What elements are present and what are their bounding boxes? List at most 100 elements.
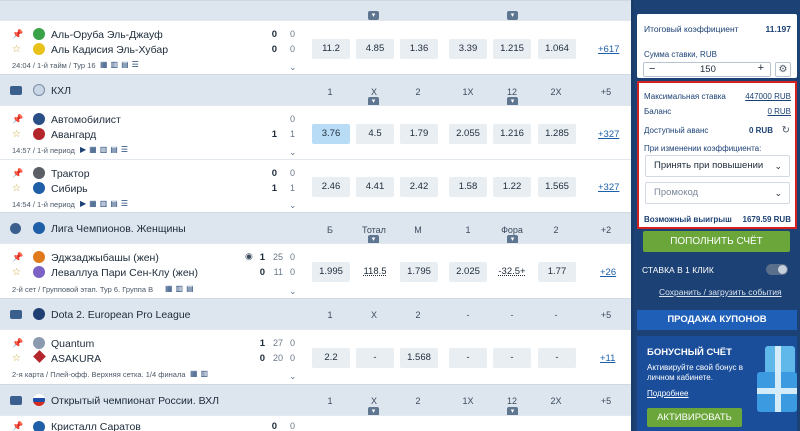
team-name[interactable]: Кристалл Саратов bbox=[51, 421, 141, 431]
column-header: X bbox=[370, 87, 377, 97]
odd-cell[interactable]: 1.568 bbox=[400, 348, 438, 368]
score: 0 bbox=[259, 267, 265, 278]
odd-cell[interactable]: 1.216 bbox=[493, 124, 531, 144]
stats-icons[interactable]: ▶▦▥▤☰ bbox=[80, 145, 131, 154]
topup-button[interactable]: ПОПОЛНИТЬ СЧЁТ bbox=[643, 231, 790, 252]
star-icon[interactable]: ☆ bbox=[12, 129, 21, 140]
odd-cell[interactable]: 2.2 bbox=[312, 348, 350, 368]
column-header: 1 bbox=[327, 310, 333, 320]
odd-cell[interactable]: 2.42 bbox=[400, 177, 438, 197]
odd-cell[interactable]: 1.995 bbox=[312, 262, 350, 282]
chevron-down-icon: ⌄ bbox=[774, 188, 782, 198]
stats-icons[interactable]: ▶▦▥▤☰ bbox=[80, 199, 131, 208]
odd-cell[interactable]: 2.055 bbox=[449, 124, 487, 144]
team-name[interactable]: Эджзаджыбашы (жен) bbox=[51, 252, 159, 264]
league-name[interactable]: Dota 2. European Pro League bbox=[51, 309, 191, 321]
table-row: 📌 Автомобилист 0 ☆ Авангард 1 1 14:57 / … bbox=[0, 105, 631, 159]
team-name[interactable]: ASAKURA bbox=[51, 353, 101, 365]
stake-plus-button[interactable]: + bbox=[758, 62, 764, 74]
star-icon[interactable]: ☆ bbox=[12, 353, 21, 364]
star-icon[interactable]: ☆ bbox=[12, 44, 21, 55]
league-name[interactable]: Открытый чемпионат России. ВХЛ bbox=[51, 395, 219, 407]
stats-icons[interactable]: ▦▥▤ bbox=[165, 284, 197, 293]
save-load-events-link[interactable]: Сохранить / загрузить события bbox=[659, 287, 782, 297]
more-markets-link[interactable]: +327 bbox=[598, 129, 619, 140]
more-markets-link[interactable]: +26 bbox=[600, 267, 616, 278]
league-name[interactable]: КХЛ bbox=[51, 85, 71, 97]
balance-link[interactable]: 0 RUB bbox=[767, 107, 791, 116]
promo-placeholder: Промокод bbox=[654, 187, 699, 198]
odd-cell: - bbox=[538, 348, 576, 368]
stats-icons[interactable]: ▦▥ bbox=[190, 369, 211, 378]
bonus-more-link[interactable]: Подробнее bbox=[647, 389, 689, 398]
team-name[interactable]: Авангард bbox=[51, 129, 96, 141]
chevron-down-icon[interactable]: ⌄ bbox=[289, 147, 297, 158]
pin-icon[interactable]: 📌 bbox=[12, 421, 23, 431]
stake-label: Сумма ставки, RUB bbox=[644, 50, 717, 59]
odd-cell[interactable]: 1.79 bbox=[400, 124, 438, 144]
team-name[interactable]: Трактор bbox=[51, 168, 90, 180]
max-stake-link[interactable]: 447000 RUB bbox=[745, 92, 791, 101]
team-name[interactable]: Сибирь bbox=[51, 183, 88, 195]
pin-icon[interactable]: 📌 bbox=[12, 338, 23, 349]
chevron-down-icon[interactable]: ⌄ bbox=[289, 371, 297, 382]
team-name[interactable]: Леваллуа Пари Сен-Клу (жен) bbox=[51, 267, 198, 279]
odd-cell[interactable]: 11.2 bbox=[312, 39, 350, 59]
star-icon[interactable]: ☆ bbox=[12, 267, 21, 278]
pin-icon[interactable]: 📌 bbox=[12, 252, 23, 263]
pin-icon[interactable]: 📌 bbox=[12, 114, 23, 125]
odd-cell[interactable]: 1.22 bbox=[493, 177, 531, 197]
chevron-down-icon[interactable]: ▾ bbox=[368, 11, 379, 20]
team-name[interactable]: Аль Кадисия Эль-Хубар bbox=[51, 44, 168, 56]
kills-score: 20 bbox=[272, 353, 283, 363]
team-logo bbox=[33, 43, 45, 55]
stats-icons[interactable]: ▦▥▤☰ bbox=[100, 60, 142, 69]
chevron-down-icon[interactable]: ⌄ bbox=[289, 62, 297, 73]
chevron-down-icon[interactable]: ⌄ bbox=[289, 200, 297, 211]
odd-cell[interactable]: 1.795 bbox=[400, 262, 438, 282]
league-name[interactable]: Лига Чемпионов. Женщины bbox=[51, 223, 186, 235]
more-markets-link[interactable]: +327 bbox=[598, 182, 619, 193]
odd-cell[interactable]: 1.565 bbox=[538, 177, 576, 197]
team-logo bbox=[33, 167, 45, 179]
odd-cell[interactable]: 2.025 bbox=[449, 262, 487, 282]
team-logo bbox=[33, 182, 45, 194]
team-logo bbox=[33, 28, 45, 40]
odd-cell[interactable]: 4.5 bbox=[356, 124, 394, 144]
team-name[interactable]: Quantum bbox=[51, 338, 94, 350]
settings-gear-icon[interactable]: ⚙ bbox=[775, 62, 791, 77]
odd-cell[interactable]: 2.46 bbox=[312, 177, 350, 197]
flag-icon bbox=[33, 222, 45, 234]
odd-cell[interactable]: 1.77 bbox=[538, 262, 576, 282]
refresh-icon[interactable]: ↻ bbox=[782, 125, 790, 136]
pin-icon[interactable]: 📌 bbox=[12, 29, 23, 40]
activate-button[interactable]: АКТИВИРОВАТЬ bbox=[647, 408, 742, 427]
more-markets-link[interactable]: +617 bbox=[598, 44, 619, 55]
odd-cell[interactable]: 1.36 bbox=[400, 39, 438, 59]
odd-cell[interactable]: 1.064 bbox=[538, 39, 576, 59]
odd-cell[interactable]: 1.285 bbox=[538, 124, 576, 144]
stake-minus-button[interactable]: − bbox=[649, 63, 655, 75]
team-logo bbox=[33, 128, 45, 140]
sell-coupons-button[interactable]: ПРОДАЖА КУПОНОВ bbox=[637, 310, 797, 330]
column-header: 1 bbox=[465, 225, 471, 235]
odd-cell[interactable]: 4.41 bbox=[356, 177, 394, 197]
odd-cell[interactable]: 1.58 bbox=[449, 177, 487, 197]
chevron-down-icon[interactable]: ▾ bbox=[507, 11, 518, 20]
odd-cell[interactable]: 4.85 bbox=[356, 39, 394, 59]
odd-cell[interactable]: 3.39 bbox=[449, 39, 487, 59]
total-coef-label: Итоговый коэффициент bbox=[644, 24, 739, 34]
pin-icon[interactable]: 📌 bbox=[12, 168, 23, 179]
more-markets-link[interactable]: +11 bbox=[600, 353, 615, 364]
one-click-toggle[interactable] bbox=[766, 264, 788, 275]
star-icon[interactable]: ☆ bbox=[12, 183, 21, 194]
team-name[interactable]: Автомобилист bbox=[51, 114, 121, 126]
odd-cell[interactable]: 1.215 bbox=[493, 39, 531, 59]
odd-cell: - bbox=[449, 348, 487, 368]
coef-change-select[interactable]: Принять при повышении ⌄ bbox=[645, 155, 790, 177]
chevron-down-icon[interactable]: ⌄ bbox=[289, 286, 297, 297]
stake-input[interactable]: 150 bbox=[700, 64, 716, 75]
odd-cell-selected[interactable]: 3.76 bbox=[312, 124, 350, 144]
team-name[interactable]: Аль-Оруба Эль-Джауф bbox=[51, 29, 163, 41]
promo-select[interactable]: Промокод ⌄ bbox=[645, 182, 790, 204]
